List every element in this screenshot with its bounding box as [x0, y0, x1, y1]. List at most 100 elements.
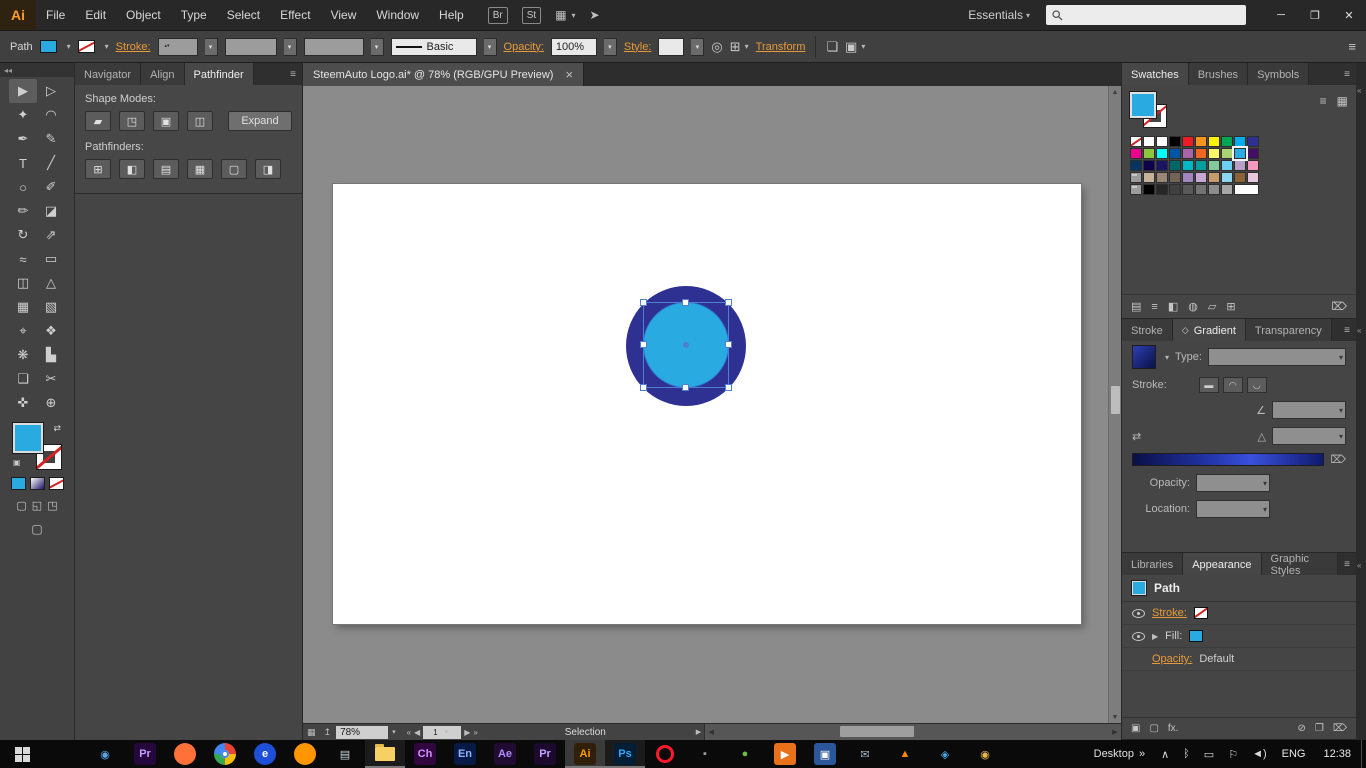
taskbar-app-character-animator[interactable]: Ch: [405, 740, 445, 768]
swatch-2-9[interactable]: [1247, 160, 1259, 171]
previous-artboard-icon[interactable]: ◀: [414, 728, 420, 737]
display-icon[interactable]: ▭: [1197, 748, 1221, 761]
new-color-group-icon[interactable]: ▱: [1208, 300, 1216, 313]
swatch-1-7[interactable]: [1221, 148, 1233, 159]
tab-libraries[interactable]: Libraries: [1122, 553, 1184, 575]
swatch-3-7[interactable]: [1221, 172, 1233, 183]
taskbar-app-utility[interactable]: ▪: [685, 740, 725, 768]
swatch-4-8[interactable]: [1234, 184, 1259, 195]
pathfinder-divide[interactable]: ⊞: [85, 159, 111, 179]
align-options-button[interactable]: ⊞ ▾: [730, 39, 749, 55]
selection-tool[interactable]: ▶: [9, 79, 37, 103]
pathfinder-minus-back[interactable]: ◨: [255, 159, 281, 179]
swatch-4-4[interactable]: [1182, 184, 1194, 195]
taskbar-app-green[interactable]: ●: [725, 740, 765, 768]
gradient-stroke-across-icon[interactable]: ◡: [1246, 377, 1267, 393]
close-document-icon[interactable]: ×: [565, 67, 573, 82]
swatch-2-8[interactable]: [1234, 160, 1246, 171]
artboard[interactable]: [333, 184, 1081, 624]
selection-handle[interactable]: [725, 299, 732, 306]
shape-builder-tool[interactable]: ◫: [9, 271, 37, 295]
swatch-0-3[interactable]: [1169, 136, 1181, 147]
none-button[interactable]: [48, 477, 64, 490]
swatch-1-8[interactable]: [1232, 146, 1248, 161]
arrange-documents-button[interactable]: ▦ ▾: [555, 8, 575, 22]
menu-edit[interactable]: Edit: [75, 0, 116, 30]
status-arrange-icon[interactable]: ▦: [303, 727, 320, 738]
next-artboard-icon[interactable]: ▶: [464, 728, 470, 737]
swatch-4-5[interactable]: [1195, 184, 1207, 195]
menu-select[interactable]: Select: [217, 0, 270, 30]
free-transform-tool[interactable]: ▭: [37, 247, 65, 271]
list-view-icon[interactable]: ≡: [1320, 94, 1327, 108]
brush-definition-dropdown[interactable]: ▾: [283, 37, 297, 56]
stroke-style-field[interactable]: Basic: [390, 37, 477, 56]
appearance-stroke-row[interactable]: Stroke:: [1122, 602, 1356, 625]
document-tab[interactable]: SteemAuto Logo.ai* @ 78% (RGB/GPU Previe…: [303, 63, 585, 86]
gradient-opacity-field[interactable]: ▾: [1196, 474, 1270, 492]
taskbar-app-file-explorer[interactable]: [365, 740, 405, 768]
swatch-2-5[interactable]: [1195, 160, 1207, 171]
selection-bounding-box[interactable]: [640, 299, 732, 391]
add-new-fill-icon[interactable]: ▢: [1149, 723, 1158, 734]
change-screen-mode-icon[interactable]: ▢: [31, 522, 42, 536]
taskbar-app-paint[interactable]: ◉: [965, 740, 1005, 768]
taskbar-app-vlc[interactable]: ▲: [885, 740, 925, 768]
opacity-field[interactable]: 100%: [550, 37, 597, 56]
desktop-toolbar[interactable]: Desktop »: [1085, 748, 1154, 760]
delete-stop-icon[interactable]: ⌦: [1330, 453, 1346, 466]
shape-mode-minus-front[interactable]: ◳: [119, 111, 145, 131]
status-options-icon[interactable]: ▶: [693, 728, 704, 736]
bluetooth-icon[interactable]: ᛒ: [1176, 748, 1197, 760]
selection-handle[interactable]: [725, 384, 732, 391]
pathfinder-merge[interactable]: ▤: [153, 159, 179, 179]
shape-mode-unite[interactable]: ▰: [85, 111, 111, 131]
add-new-effect-icon[interactable]: fx.: [1168, 723, 1179, 734]
tab-graphic-styles[interactable]: Graphic Styles: [1261, 553, 1339, 577]
canvas[interactable]: ▲ ▼: [303, 86, 1121, 723]
style-link[interactable]: Style:: [624, 41, 652, 53]
stroke-style-dropdown[interactable]: ▾: [483, 37, 497, 56]
scale-tool[interactable]: ⇗: [37, 223, 65, 247]
swatch-3-5[interactable]: [1195, 172, 1207, 183]
stroke-attribute-link[interactable]: Stroke:: [1152, 607, 1187, 619]
recolor-artwork-icon[interactable]: ◎: [711, 39, 722, 55]
eyedropper-tool[interactable]: ⌖: [9, 319, 37, 343]
taskbar-app-notepad[interactable]: ▤: [325, 740, 365, 768]
visibility-eye-icon[interactable]: [1132, 631, 1145, 641]
horizontal-scroll-thumb[interactable]: [840, 726, 915, 737]
width-profile-dropdown[interactable]: ▾: [370, 37, 384, 56]
tab-stroke[interactable]: Stroke: [1122, 319, 1173, 341]
stroke-color-swatch[interactable]: [77, 40, 95, 53]
gradient-angle-field[interactable]: ▾: [1272, 401, 1346, 419]
selection-handle[interactable]: [640, 341, 647, 348]
gradient-type-dropdown[interactable]: ▾: [1207, 348, 1346, 366]
taskbar-app-colors[interactable]: [45, 740, 85, 768]
show-desktop-button[interactable]: [1361, 740, 1366, 768]
transform-link[interactable]: Transform: [756, 41, 806, 53]
pen-tool[interactable]: ✒: [9, 127, 37, 151]
fill-proxy[interactable]: [13, 423, 43, 453]
hand-tool[interactable]: ✜: [9, 391, 37, 415]
taskbar-app-blue[interactable]: ◈: [925, 740, 965, 768]
draw-inside-icon[interactable]: ◳: [47, 499, 57, 512]
expand-button[interactable]: Expand: [228, 111, 292, 131]
panel-menu-icon[interactable]: ≡: [1338, 319, 1356, 341]
stroke-weight-link[interactable]: Stroke:: [116, 41, 151, 53]
menu-effect[interactable]: Effect: [270, 0, 320, 30]
appearance-fill-row[interactable]: ▶ Fill:: [1122, 625, 1356, 648]
panel-menu-icon[interactable]: ≡: [1338, 63, 1356, 85]
taskbar-app-firefox[interactable]: [165, 740, 205, 768]
zoom-tool[interactable]: ⊕: [37, 391, 65, 415]
tab-gradient[interactable]: ◇ Gradient: [1172, 319, 1246, 341]
taskbar-app-opera[interactable]: [645, 740, 685, 768]
draw-behind-icon[interactable]: ◱: [32, 499, 42, 512]
shape-mode-exclude[interactable]: ◫: [187, 111, 213, 131]
menu-object[interactable]: Object: [116, 0, 171, 30]
collapse-dock-icon[interactable]: «: [1357, 561, 1361, 570]
gradient-thumbnail[interactable]: [1132, 345, 1156, 369]
gradient-button[interactable]: [29, 477, 45, 490]
tab-brushes[interactable]: Brushes: [1188, 63, 1249, 85]
swatch-0-4[interactable]: [1182, 136, 1194, 147]
scroll-down-icon[interactable]: ▼: [1112, 711, 1119, 723]
